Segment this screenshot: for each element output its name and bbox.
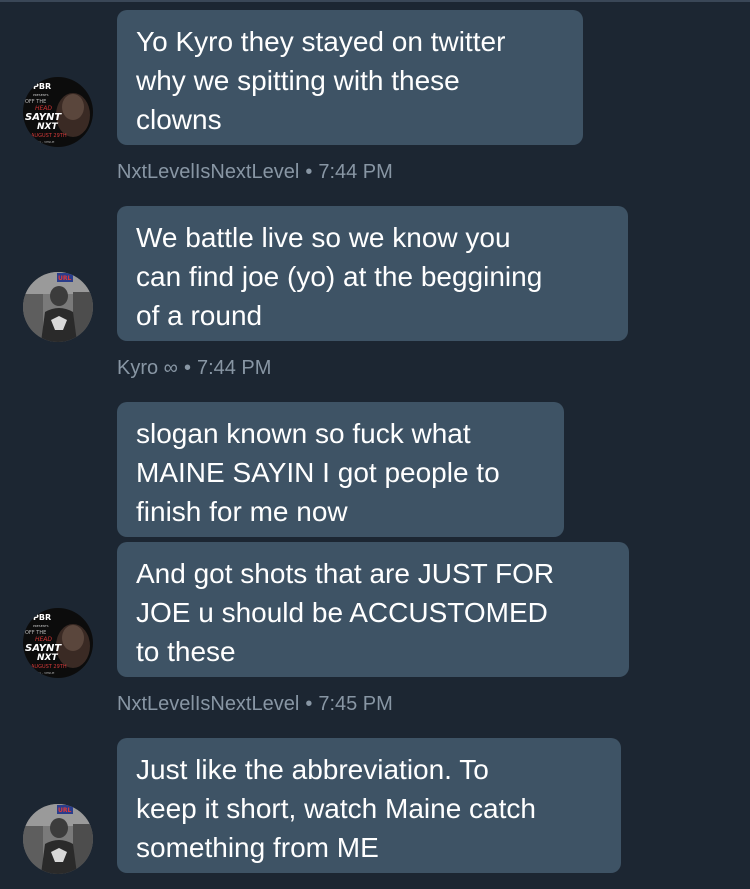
message-line: We battle live so we know you <box>136 222 511 253</box>
poster-text: HEAD <box>35 636 52 643</box>
message-line: JOE u should be ACCUSTOMED <box>136 597 548 628</box>
poster-text: PBR <box>33 613 51 622</box>
photo-avatar-icon: URL <box>23 804 93 874</box>
message-line: finish for me now <box>136 496 348 527</box>
poster-text: PRESENTS <box>33 93 49 97</box>
logo-text: URL <box>58 275 71 282</box>
message-line: And got shots that are JUST FOR <box>136 558 555 589</box>
author-name[interactable]: NxtLevelIsNextLevel <box>117 693 299 715</box>
message-line: why we spitting with these <box>136 65 460 96</box>
message-line: Yo Kyro they stayed on twitter <box>136 26 506 57</box>
avatar-nxtlevel[interactable]: PBR PRESENTS OFF THE HEAD SAYNT NXT AUGU… <box>23 608 93 678</box>
message-line: of a round <box>136 300 263 331</box>
timestamp: 7:44 PM <box>196 357 272 379</box>
poster-text: HEAD <box>35 105 52 112</box>
message-bubble[interactable]: Yo Kyro they stayed on twitter why we sp… <box>117 10 583 145</box>
message-line: to these <box>136 636 236 667</box>
timestamp: 7:45 PM <box>318 693 393 715</box>
logo-text: URL <box>58 807 71 814</box>
author-name[interactable]: Kyro ∞ <box>117 357 178 379</box>
message-line: Just like the abbreviation. To <box>136 754 489 785</box>
meta-separator: • <box>305 161 313 183</box>
message-line: clowns <box>136 104 222 135</box>
message-line: can find joe (yo) at the beggining <box>136 261 543 292</box>
message-bubble[interactable]: Just like the abbreviation. To keep it s… <box>117 738 621 873</box>
message-bubble[interactable]: We battle live so we know you can find j… <box>117 206 628 341</box>
message-bubble[interactable]: And got shots that are JUST FOR JOE u sh… <box>117 542 629 677</box>
message-meta: Kyro ∞ • 7:44 PM <box>117 355 271 381</box>
avatar-kyro[interactable]: URL <box>23 272 93 342</box>
poster-text: PBR <box>33 82 51 91</box>
poster-text: AUGUST 29TH <box>31 664 67 670</box>
poster-text: CA - VENUE <box>37 140 55 144</box>
meta-separator: • <box>183 357 191 379</box>
message-line: keep it short, watch Maine catch <box>136 793 536 824</box>
poster-avatar-icon: PBR PRESENTS OFF THE HEAD SAYNT NXT AUGU… <box>23 77 93 147</box>
message-line: slogan known so fuck what <box>136 418 471 449</box>
photo-avatar-icon: URL <box>23 272 93 342</box>
top-divider <box>0 0 750 2</box>
poster-text: CA - VENUE <box>37 671 55 675</box>
message-meta: NxtLevelIsNextLevel • 7:45 PM <box>117 691 393 717</box>
poster-text: PRESENTS <box>33 624 49 628</box>
message-meta: NxtLevelIsNextLevel • 7:44 PM <box>117 159 393 185</box>
avatar-kyro[interactable]: URL <box>23 804 93 874</box>
poster-avatar-icon: PBR PRESENTS OFF THE HEAD SAYNT NXT AUGU… <box>23 608 93 678</box>
avatar-nxtlevel[interactable]: PBR PRESENTS OFF THE HEAD SAYNT NXT AUGU… <box>23 77 93 147</box>
poster-text: NXT <box>37 122 58 132</box>
poster-text: AUGUST 29TH <box>31 133 67 139</box>
message-line: something from ME <box>136 832 379 863</box>
message-line: MAINE SAYIN I got people to <box>136 457 500 488</box>
author-name[interactable]: NxtLevelIsNextLevel <box>117 161 299 183</box>
meta-separator: • <box>305 693 313 715</box>
message-bubble[interactable]: slogan known so fuck what MAINE SAYIN I … <box>117 402 564 537</box>
poster-text: NXT <box>37 653 58 663</box>
timestamp: 7:44 PM <box>318 161 393 183</box>
